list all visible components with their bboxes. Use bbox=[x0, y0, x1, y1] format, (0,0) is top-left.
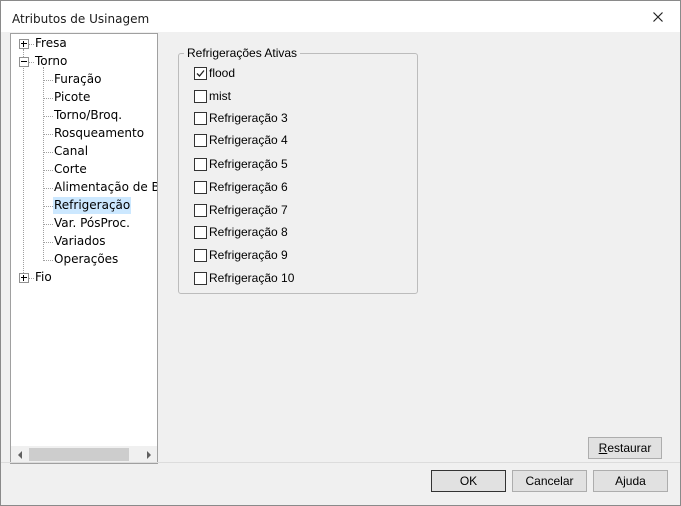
tree-item-label: Torno/Broq. bbox=[54, 108, 123, 122]
ok-button[interactable]: OK bbox=[431, 470, 506, 492]
minus-box-icon[interactable] bbox=[19, 57, 29, 67]
tree-connector bbox=[44, 152, 53, 153]
dialog-window: Atributos de Usinagem Fresa Torno Furação P… bbox=[0, 0, 681, 506]
tree-item-label: Fresa bbox=[35, 36, 67, 50]
tree-item-label: Variados bbox=[54, 234, 106, 248]
tree-item-label: Refrigeração bbox=[53, 197, 132, 214]
checkbox[interactable] bbox=[194, 271, 207, 285]
tree-item-picote[interactable]: Picote bbox=[11, 89, 157, 106]
coolant-checkbox-1[interactable]: flood bbox=[194, 65, 235, 81]
checkbox[interactable] bbox=[194, 111, 207, 125]
tree-item-label: Fio bbox=[35, 270, 52, 284]
tree-item-rosqueamento[interactable]: Rosqueamento bbox=[11, 125, 157, 142]
scrollbar-thumb[interactable] bbox=[29, 448, 129, 461]
help-button-label: Ajuda bbox=[615, 474, 646, 488]
restore-label-rest: estaurar bbox=[607, 441, 652, 455]
checkbox[interactable] bbox=[194, 203, 207, 217]
checkbox-label: Refrigeração 7 bbox=[209, 203, 288, 217]
coolant-checkbox-8[interactable]: Refrigeração 8 bbox=[194, 224, 288, 240]
coolant-checkbox-7[interactable]: Refrigeração 7 bbox=[194, 202, 288, 218]
cancel-button[interactable]: Cancelar bbox=[512, 470, 587, 492]
tree-connector bbox=[44, 170, 53, 171]
tree-connector bbox=[44, 188, 53, 189]
tree-item-label: Furação bbox=[54, 72, 102, 86]
restore-mnemonic: R bbox=[598, 441, 608, 455]
coolant-checkbox-10[interactable]: Refrigeração 10 bbox=[194, 270, 294, 286]
coolant-checkbox-2[interactable]: mist bbox=[194, 88, 231, 104]
coolant-checkbox-5[interactable]: Refrigeração 5 bbox=[194, 156, 288, 172]
tree-item-refrigera-o[interactable]: Refrigeração bbox=[11, 197, 157, 214]
checkbox-label: Refrigeração 6 bbox=[209, 180, 288, 194]
tree-connector bbox=[44, 116, 53, 117]
checkbox[interactable] bbox=[194, 225, 207, 239]
checkbox[interactable] bbox=[194, 248, 207, 262]
checkbox-label: Refrigeração 3 bbox=[209, 111, 288, 125]
title-bar: Atributos de Usinagem bbox=[1, 1, 680, 32]
cancel-button-label: Cancelar bbox=[525, 474, 574, 488]
help-button[interactable]: Ajuda bbox=[593, 470, 668, 492]
tree-item-label: Torno bbox=[35, 54, 68, 68]
tree-item-label: Alimentação de Bar bbox=[54, 180, 157, 194]
tree-item-label: Operações bbox=[54, 252, 119, 266]
arrow-left-icon bbox=[17, 450, 22, 459]
checkbox[interactable] bbox=[194, 180, 207, 194]
coolant-checkbox-6[interactable]: Refrigeração 6 bbox=[194, 179, 288, 195]
plus-box-icon[interactable] bbox=[19, 39, 29, 49]
checkbox-label: Refrigeração 8 bbox=[209, 225, 288, 239]
tree-item-canal[interactable]: Canal bbox=[11, 143, 157, 160]
close-icon bbox=[653, 12, 663, 22]
category-tree[interactable]: Fresa Torno Furação Picote Torno/Broq. Rosque… bbox=[10, 33, 158, 464]
arrow-right-icon bbox=[146, 450, 151, 459]
checkbox-label: Refrigeração 9 bbox=[209, 248, 288, 262]
ok-button-label: OK bbox=[459, 474, 478, 488]
coolant-checkbox-3[interactable]: Refrigeração 3 bbox=[194, 110, 288, 126]
tree-item-label: Canal bbox=[54, 144, 89, 158]
tree-item-opera-es[interactable]: Operações bbox=[11, 251, 157, 268]
scroll-right-button[interactable] bbox=[140, 446, 157, 463]
checkmark-icon bbox=[196, 69, 205, 77]
checkbox-label: flood bbox=[209, 66, 236, 80]
scroll-left-button[interactable] bbox=[11, 446, 28, 463]
close-button[interactable] bbox=[636, 2, 680, 32]
tree-item-variados[interactable]: Variados bbox=[11, 233, 157, 250]
plus-box-icon[interactable] bbox=[19, 273, 29, 283]
tree-item-label: Picote bbox=[54, 90, 91, 104]
tree-item-fresa[interactable]: Fresa bbox=[11, 35, 157, 52]
tree-item-torno[interactable]: Torno bbox=[11, 53, 157, 70]
tree-item-corte[interactable]: Corte bbox=[11, 161, 157, 178]
tree-connector bbox=[44, 98, 53, 99]
checkbox[interactable] bbox=[194, 66, 207, 80]
checkbox[interactable] bbox=[194, 157, 207, 171]
checkbox-label: mist bbox=[209, 89, 231, 103]
tree-connector bbox=[44, 80, 53, 81]
coolant-checkbox-9[interactable]: Refrigeração 9 bbox=[194, 247, 288, 263]
restore-button-label: Restaurar bbox=[599, 441, 652, 455]
tree-item-torno-broq-[interactable]: Torno/Broq. bbox=[11, 107, 157, 124]
horizontal-scrollbar[interactable] bbox=[11, 446, 157, 463]
tree-connector bbox=[44, 242, 53, 243]
checkbox[interactable] bbox=[194, 133, 207, 147]
tree-connector bbox=[44, 134, 53, 135]
tree-connector bbox=[44, 224, 53, 225]
checkbox-label: Refrigeração 5 bbox=[209, 157, 288, 171]
group-legend: Refrigerações Ativas bbox=[184, 46, 301, 60]
footer-separator bbox=[1, 462, 680, 463]
window-title: Atributos de Usinagem bbox=[12, 12, 150, 26]
tree-connector bbox=[44, 206, 53, 207]
checkbox[interactable] bbox=[194, 89, 207, 103]
tree-item-alimenta-o-de-bar[interactable]: Alimentação de Bar bbox=[11, 179, 157, 196]
checkbox-label: Refrigeração 4 bbox=[209, 133, 288, 147]
checkbox-label: Refrigeração 10 bbox=[209, 271, 295, 285]
tree-item-label: Corte bbox=[54, 162, 87, 176]
tree-connector bbox=[44, 260, 53, 261]
coolant-checkbox-4[interactable]: Refrigeração 4 bbox=[194, 132, 288, 148]
tree-item-fio[interactable]: Fio bbox=[11, 269, 157, 286]
tree-item-var-p-sproc-[interactable]: Var. PósProc. bbox=[11, 215, 157, 232]
tree-item-label: Var. PósProc. bbox=[54, 216, 130, 230]
tree-item-label: Rosqueamento bbox=[54, 126, 145, 140]
restore-button[interactable]: Restaurar bbox=[588, 437, 662, 459]
tree-item-fura-o[interactable]: Furação bbox=[11, 71, 157, 88]
